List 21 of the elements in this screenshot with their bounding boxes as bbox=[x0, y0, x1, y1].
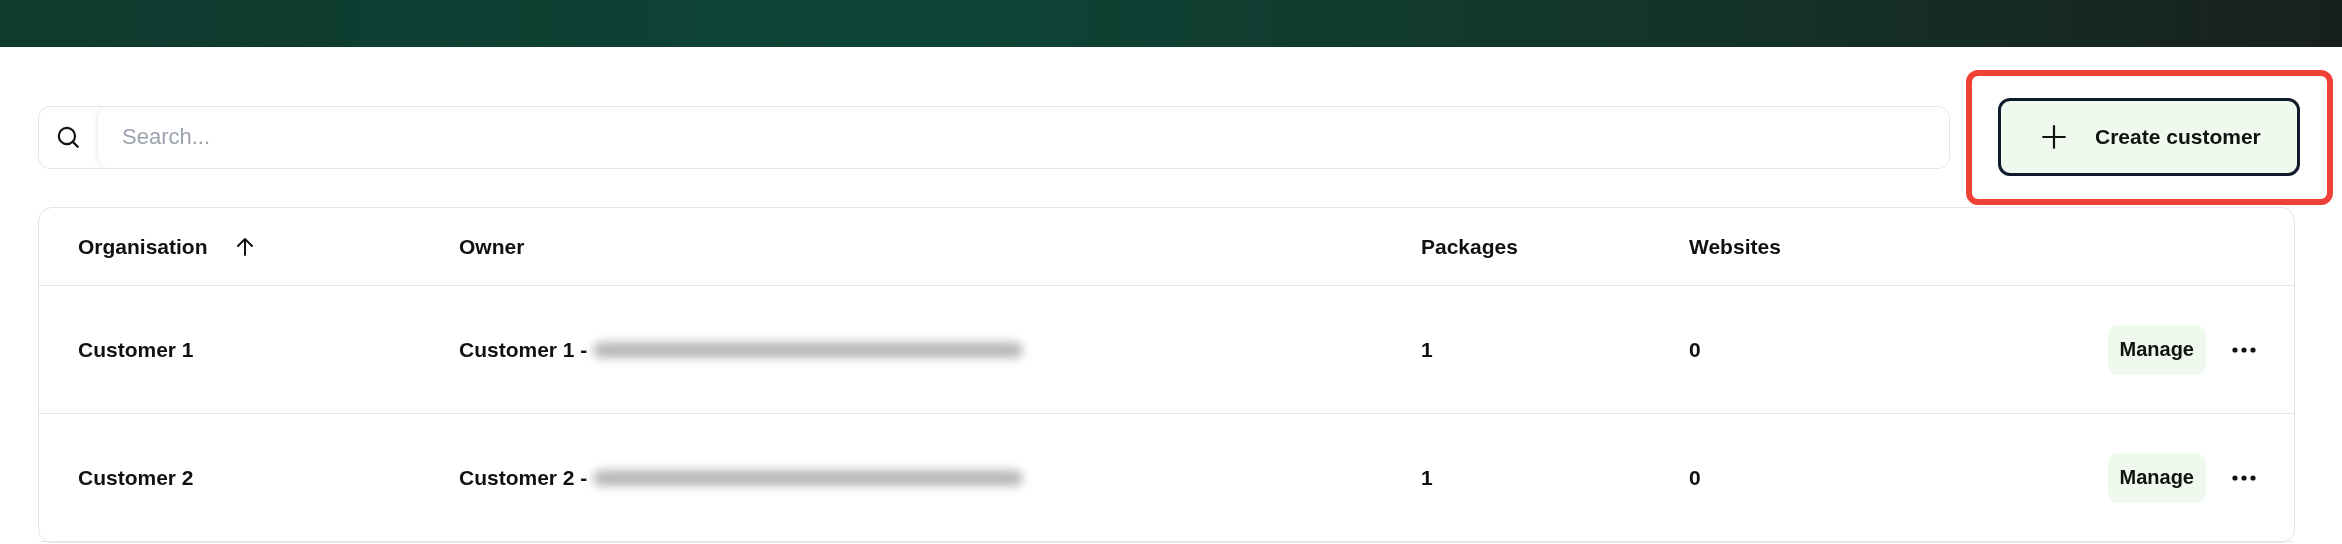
table-cell: 1 bbox=[1421, 465, 1433, 490]
up-arrow-icon[interactable] bbox=[235, 236, 254, 257]
table-cell: 0 bbox=[1689, 337, 1701, 362]
search-icon bbox=[55, 124, 81, 150]
column-header[interactable]: Owner bbox=[459, 234, 525, 259]
table-cell: Customer 1 - bbox=[459, 337, 588, 362]
more-icon[interactable] bbox=[2232, 474, 2256, 481]
column-header[interactable]: Websites bbox=[1689, 234, 1781, 259]
table-cell: Customer 2 bbox=[78, 465, 194, 490]
search-field[interactable]: Search... bbox=[38, 105, 1950, 169]
column-header[interactable]: Organisation bbox=[78, 234, 208, 259]
table-cell: 1 bbox=[1421, 337, 1433, 362]
manage-button[interactable]: Manage bbox=[2107, 452, 2206, 503]
create-customer-button[interactable]: Create customer bbox=[1998, 98, 2300, 176]
manage-button[interactable]: Manage bbox=[2107, 324, 2206, 375]
table-cell: Customer 2 - bbox=[459, 465, 588, 490]
plus-icon bbox=[2041, 124, 2067, 150]
table-cell: 0 bbox=[1689, 465, 1701, 490]
table-cell: Customer 1 bbox=[78, 337, 194, 362]
more-icon[interactable] bbox=[2232, 346, 2256, 353]
column-header[interactable]: Packages bbox=[1421, 234, 1518, 259]
